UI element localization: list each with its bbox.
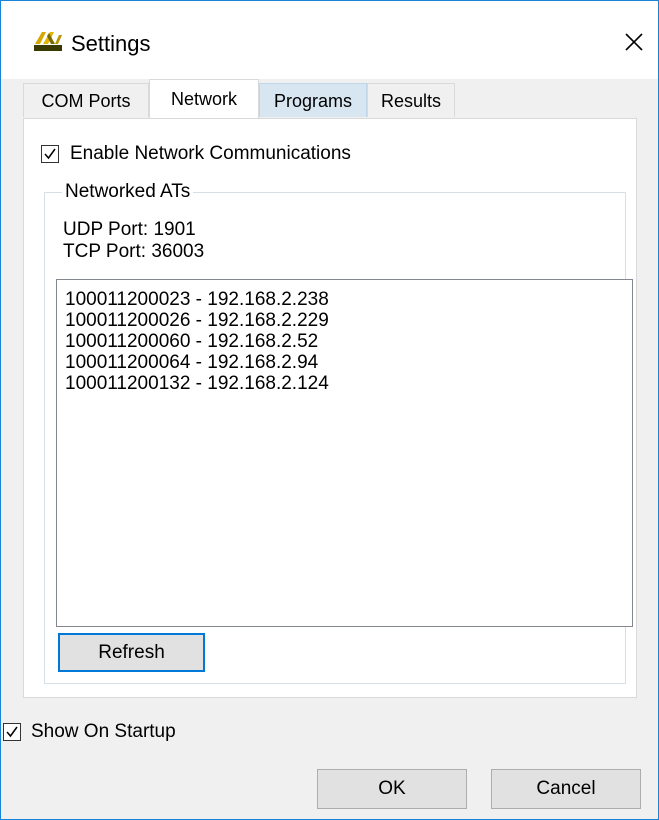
list-item[interactable]: 100011200026 - 192.168.2.229	[57, 310, 632, 331]
tcp-port-text: TCP Port: 36003	[63, 241, 205, 262]
settings-dialog: Settings COM Ports Network Programs Resu…	[0, 0, 659, 820]
group-title: Networked ATs	[62, 180, 194, 204]
window-title: Settings	[71, 31, 151, 56]
enable-network-checkbox[interactable]	[41, 145, 59, 163]
close-icon	[624, 32, 644, 57]
list-item[interactable]: 100011200023 - 192.168.2.238	[57, 289, 632, 310]
devices-listbox[interactable]: 100011200023 - 192.168.2.238 10001120002…	[56, 279, 633, 627]
show-on-startup-label[interactable]: Show On Startup	[31, 721, 176, 743]
tab-programs[interactable]: Programs	[259, 83, 367, 117]
network-tab-panel: Enable Network Communications Networked …	[23, 118, 637, 698]
ok-button[interactable]: OK	[317, 769, 467, 809]
app-logo-icon	[33, 30, 63, 52]
tab-com-ports[interactable]: COM Ports	[23, 83, 149, 117]
udp-port-text: UDP Port: 1901	[63, 219, 196, 240]
tab-results[interactable]: Results	[367, 83, 455, 117]
title-bar[interactable]: Settings	[1, 1, 658, 79]
list-item[interactable]: 100011200060 - 192.168.2.52	[57, 331, 632, 352]
networked-ats-group: Networked ATs UDP Port: 1901 TCP Port: 3…	[44, 180, 633, 684]
show-on-startup-checkbox[interactable]	[3, 723, 21, 741]
refresh-button[interactable]: Refresh	[58, 633, 205, 672]
list-item[interactable]: 100011200132 - 192.168.2.124	[57, 373, 632, 394]
list-item[interactable]: 100011200064 - 192.168.2.94	[57, 352, 632, 373]
tab-network[interactable]: Network	[149, 79, 259, 118]
cancel-button[interactable]: Cancel	[491, 769, 641, 809]
close-button[interactable]	[611, 21, 657, 67]
enable-network-label[interactable]: Enable Network Communications	[70, 143, 351, 165]
